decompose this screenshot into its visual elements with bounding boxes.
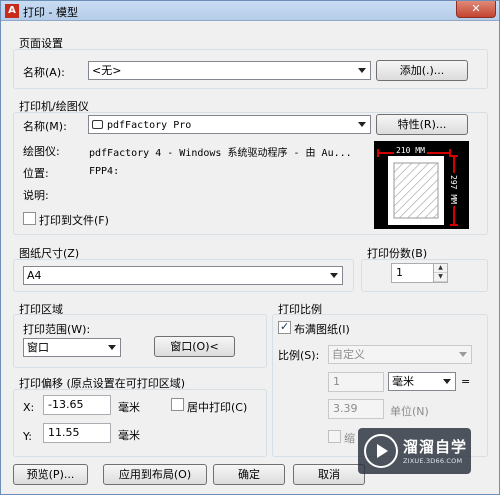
title-bar[interactable]: A 打印 - 模型 ✕ bbox=[1, 1, 499, 21]
page-setup-name-value: <无> bbox=[92, 64, 122, 77]
print-dialog: A 打印 - 模型 ✕ 页面设置 名称(A): <无> 添加(.)... 打印机… bbox=[0, 0, 500, 495]
chevron-down-icon bbox=[459, 352, 467, 357]
scale-select[interactable]: 自定义 bbox=[328, 345, 472, 364]
preview-button[interactable]: 预览(P)... bbox=[13, 464, 88, 485]
offset-y-input[interactable]: 11.55 bbox=[43, 423, 111, 443]
spin-down-icon[interactable]: ▼ bbox=[434, 273, 447, 282]
scale-label: 比例(S): bbox=[278, 349, 320, 362]
scale-unit2-label: 单位(N) bbox=[390, 405, 429, 418]
printer-properties-button[interactable]: 特性(R)... bbox=[376, 114, 468, 135]
paper-preview: 210 MM 297 MM bbox=[374, 141, 469, 229]
chevron-down-icon bbox=[443, 379, 451, 384]
chevron-down-icon bbox=[108, 345, 116, 350]
page-setup-name-label: 名称(A): bbox=[23, 66, 65, 79]
chevron-down-icon bbox=[358, 68, 366, 73]
play-logo-icon bbox=[364, 434, 398, 468]
printer-name-value: pdfFactory Pro bbox=[107, 120, 192, 131]
watermark-badge: 溜溜自学 ZIXUE.3D66.COM bbox=[358, 428, 471, 474]
plot-range-value: 窗口 bbox=[27, 341, 49, 354]
offset-y-label: Y: bbox=[23, 430, 32, 443]
plot-range-label: 打印范围(W): bbox=[23, 323, 91, 336]
scale-value2-input[interactable]: 3.39 bbox=[328, 399, 384, 419]
preview-width-label: 210 MM bbox=[394, 146, 427, 155]
page-setup-name-select[interactable]: <无> bbox=[88, 61, 371, 80]
watermark-url: ZIXUE.3D66.COM bbox=[403, 457, 463, 465]
location-value: FPP4: bbox=[89, 166, 120, 177]
apply-to-layout-button[interactable]: 应用到布局(O) bbox=[103, 464, 207, 485]
center-plot-label: 居中打印(C) bbox=[187, 401, 248, 414]
preview-height-label: 297 MM bbox=[448, 173, 458, 206]
description-label: 说明: bbox=[23, 189, 49, 202]
fit-to-paper-checkbox[interactable] bbox=[278, 320, 291, 334]
print-to-file-checkbox[interactable] bbox=[23, 212, 36, 225]
scale-lineweights-label: 缩 bbox=[344, 432, 355, 445]
plotter-label: 绘图仪: bbox=[23, 145, 60, 158]
autocad-icon: A bbox=[5, 4, 19, 18]
watermark-title: 溜溜自学 bbox=[403, 438, 468, 456]
close-button[interactable]: ✕ bbox=[456, 1, 496, 18]
offset-x-input[interactable]: -13.65 bbox=[43, 395, 111, 415]
copies-spinner[interactable]: ▲ ▼ bbox=[433, 264, 447, 283]
cancel-button[interactable]: 取消 bbox=[293, 464, 365, 485]
offset-x-label: X: bbox=[23, 401, 35, 414]
copies-value: 1 bbox=[396, 266, 403, 279]
scale-equals-sign: = bbox=[461, 375, 471, 388]
copies-input[interactable]: 1 ▲ ▼ bbox=[391, 263, 448, 283]
printer-name-label: 名称(M): bbox=[23, 120, 67, 133]
scale-unit-select[interactable]: 毫米 bbox=[388, 372, 456, 391]
scale-lineweights-checkbox[interactable] bbox=[328, 430, 341, 443]
center-plot-checkbox[interactable] bbox=[171, 398, 184, 411]
spin-up-icon[interactable]: ▲ bbox=[434, 264, 447, 273]
chevron-down-icon bbox=[358, 122, 366, 127]
location-label: 位置: bbox=[23, 167, 49, 180]
scale-value1-input[interactable]: 1 bbox=[328, 372, 384, 392]
window-pick-button[interactable]: 窗口(O)< bbox=[154, 336, 235, 357]
plotter-value: pdfFactory 4 - Windows 系统驱动程序 - 由 Au... bbox=[89, 148, 352, 159]
print-to-file-label: 打印到文件(F) bbox=[39, 214, 109, 227]
paper-size-value: A4 bbox=[27, 269, 42, 282]
offset-x-unit: 毫米 bbox=[118, 401, 140, 414]
plot-range-select[interactable]: 窗口 bbox=[23, 338, 121, 357]
scale-unit-value: 毫米 bbox=[392, 375, 414, 388]
printer-icon bbox=[92, 120, 103, 129]
window-title: 打印 - 模型 bbox=[23, 6, 78, 19]
offset-y-unit: 毫米 bbox=[118, 429, 140, 442]
chevron-down-icon bbox=[330, 273, 338, 278]
printer-name-select[interactable]: pdfFactory Pro bbox=[88, 115, 371, 134]
paper-size-select[interactable]: A4 bbox=[23, 266, 343, 285]
fit-to-paper-label: 布满图纸(I) bbox=[294, 323, 350, 336]
scale-value: 自定义 bbox=[332, 348, 365, 361]
ok-button[interactable]: 确定 bbox=[213, 464, 285, 485]
add-page-setup-button[interactable]: 添加(.)... bbox=[376, 60, 468, 81]
